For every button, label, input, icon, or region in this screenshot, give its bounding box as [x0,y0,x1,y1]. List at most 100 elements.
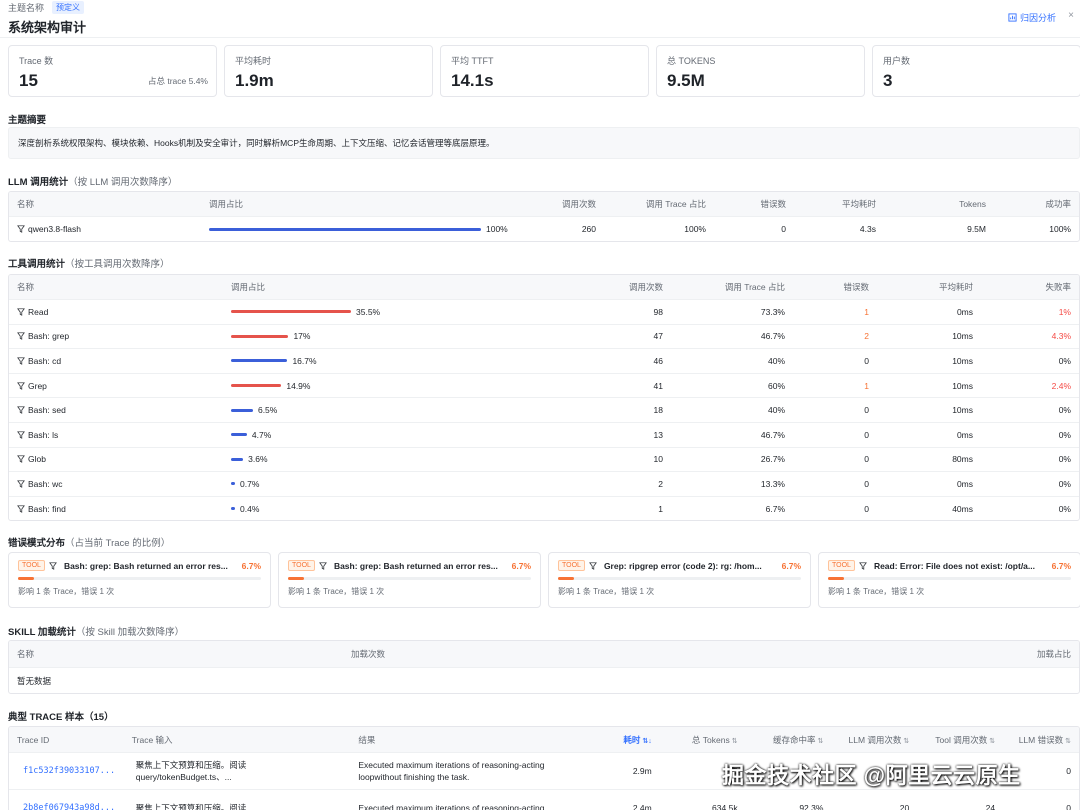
close-icon[interactable]: × [1068,10,1074,21]
error-footnote: 影响 1 条 Trace，错误 1 次 [558,587,655,596]
error-pattern-cards: TOOL Bash: grep: Bash returned an error r… [8,552,1080,608]
filter-icon [17,431,25,439]
trace-input-line: 聚焦上下文预算和压缩。阅读 [135,760,247,770]
tool-trace-share: 40% [767,405,785,416]
filter-icon [17,382,25,390]
attribution-analysis-link[interactable]: 归因分析 [1008,11,1056,24]
share-bar [231,334,289,338]
tool-share-cell: 4.7% [223,430,593,440]
tool-avg: 10ms [952,405,973,416]
trace-samples-title: 典型 TRACE 样本（15） [8,712,114,723]
filter-icon [17,504,25,513]
table-row[interactable]: Read 35.5% 98 73.3% 1 0ms 1% [9,299,1079,324]
table-row[interactable]: Bash: ls 4.7% 13 46.7% 0 0ms 0% [9,421,1079,447]
trace-id-link[interactable]: f1c532f39033107... [9,766,124,776]
col-llm-errors-sort[interactable]: LLM 错误数 ⇅ [1003,734,1079,746]
table-row[interactable]: qwen3.8-flash 100% 260 100% 0 4.3s 9.5M … [9,216,1079,241]
llm-stats-title: LLM 调用统计（按 LLM 调用次数降序） [8,174,177,188]
llm-rate: 100% [1049,224,1071,234]
tool-trace-share: 6.7% [765,503,785,514]
metric-label: 平均 TTFT [451,56,494,66]
table-row[interactable]: Glob 3.6% 10 26.7% 0 80ms 0% [9,446,1079,472]
llm-stats-table: 名称 调用占比 调用次数 调用 Trace 占比 错误数 平均耗时 Tokens… [8,191,1080,242]
metric-card-avg-duration: 平均耗时 1.9m [224,45,433,97]
error-pattern-card[interactable]: TOOL Bash: grep: Bash returned an error r… [8,552,271,608]
table-header: Trace ID Trace 输入 结果 耗时 ⇅↓ 总 Tokens ⇅ 缓存命中… [9,727,1079,752]
table-row[interactable]: 2b8ef067943a98d... 聚焦上下文预算和压缩。阅读 Executed … [9,789,1079,810]
col-load-count: 加载次数 [351,649,386,659]
tool-avg: 0ms [956,429,973,440]
attribution-analysis-label: 归因分析 [1019,13,1056,23]
tool-calls: 98 [653,306,663,317]
col-errors: 错误数 [760,199,786,209]
metric-label: Trace 数 [19,56,54,66]
metric-cards: Trace 数 15 占总 trace 5.4% 平均耗时 1.9m 平均 TT… [8,45,1080,97]
col-llm-calls-sort[interactable]: LLM 调用次数 ⇅ [831,734,917,746]
tool-trace-share: 13.3% [760,478,785,489]
tool-name-cell: Bash: cd [9,356,223,366]
empty-row: 暂无数据 [9,667,1079,693]
error-pattern-card[interactable]: TOOL Grep: ripgrep error (code 2): rg: /h… [548,552,811,608]
tool-share-cell: 16.7% [223,356,593,366]
col-calls: 调用次数 [628,282,663,292]
col-tokens: Tokens [959,199,986,209]
tool-name-cell: Bash: find [9,504,223,514]
skill-stats-title: SKILL 加载统计（按 Skill 加载次数降序） [8,624,184,638]
llm-share-cell: 100% [201,224,531,234]
col-duration-sort[interactable]: 耗时 ⇅↓ [572,734,660,746]
summary-box: 深度剖析系统权限架构、模块依赖、Hooks机制及安全审计，同时解析MCP生命周期… [8,127,1080,159]
tool-calls: 10 [653,454,663,465]
table-row[interactable]: Bash: sed 6.5% 18 40% 0 10ms 0% [9,397,1079,422]
sort-icon: ⇅ [989,737,996,745]
sort-icon: ⇅ [731,737,738,745]
col-cache-sort[interactable]: 缓存命中率 ⇅ [746,734,832,746]
col-trace-share: 调用 Trace 占比 [645,199,706,209]
sort-icon: ⇅ [1065,737,1071,745]
tool-calls: 2 [658,478,663,489]
metric-value: 9.5M [667,71,705,90]
llm-errors: 0 [781,224,786,234]
error-progress-track [828,577,1071,580]
tool-avg: 0ms [956,306,973,317]
col-tool-calls-sort[interactable]: Tool 调用次数 ⇅ [917,734,1003,746]
filter-icon [859,561,867,570]
share-label: 16.7% [292,355,317,366]
table-row[interactable]: Bash: find 0.4% 1 6.7% 0 40ms 0% [9,495,1079,521]
error-footnote: 影响 1 条 Trace，错误 1 次 [288,587,385,596]
filter-icon [17,455,25,464]
share-bar [231,310,351,314]
tool-name-cell: Read [9,307,223,317]
tool-name: Bash: sed [28,405,66,416]
error-progress-track [558,577,801,580]
error-pattern-card[interactable]: TOOL Bash: grep: Bash returned an error r… [278,552,541,608]
sort-icon: ⇅↓ [642,737,652,745]
share-label: 17% [293,331,311,342]
metric-value: 3 [883,71,893,90]
breadcrumb-label: 主题名称 [8,2,45,13]
col-trace-input: Trace 输入 [131,734,173,745]
tool-share-cell: 0.4% [223,504,593,514]
table-row[interactable]: Bash: wc 0.7% 2 13.3% 0 0ms 0% [9,471,1079,496]
table-row[interactable]: Grep 14.9% 41 60% 1 10ms 2.4% [9,372,1079,398]
col-tokens-sort[interactable]: 总 Tokens ⇅ [660,734,746,746]
table-row[interactable]: Bash: cd 16.7% 46 40% 0 10ms 0% [9,348,1079,373]
tool-name-cell: Bash: grep [9,331,223,341]
col-cache: 缓存命中率 [773,734,816,745]
share-bar [231,408,253,412]
trace-result: Executed maximum iterations of reasoning… [350,759,572,783]
share-bar [231,359,288,363]
trace-id-link[interactable]: 2b8ef067943a98d... [9,803,124,810]
tool-fail-rate: 0% [1058,454,1071,465]
tool-name: Read [28,306,49,317]
error-title: Bash: grep: Bash returned an error res..… [333,560,498,571]
tool-trace-share: 46.7% [760,331,785,342]
filter-icon [49,561,57,570]
trace-tool-calls: 24 [985,803,996,810]
col-duration: 耗时 [623,734,641,745]
tool-errors: 0 [864,355,869,366]
error-pattern-card[interactable]: TOOL Read: Error: File does not exist: /o… [818,552,1080,608]
llm-name-cell: qwen3.8-flash [9,224,201,234]
table-row[interactable]: Bash: grep 17% 47 46.7% 2 10ms 4.3% [9,323,1079,349]
col-tokens: 总 Tokens [691,734,730,745]
share-bar [231,482,235,486]
